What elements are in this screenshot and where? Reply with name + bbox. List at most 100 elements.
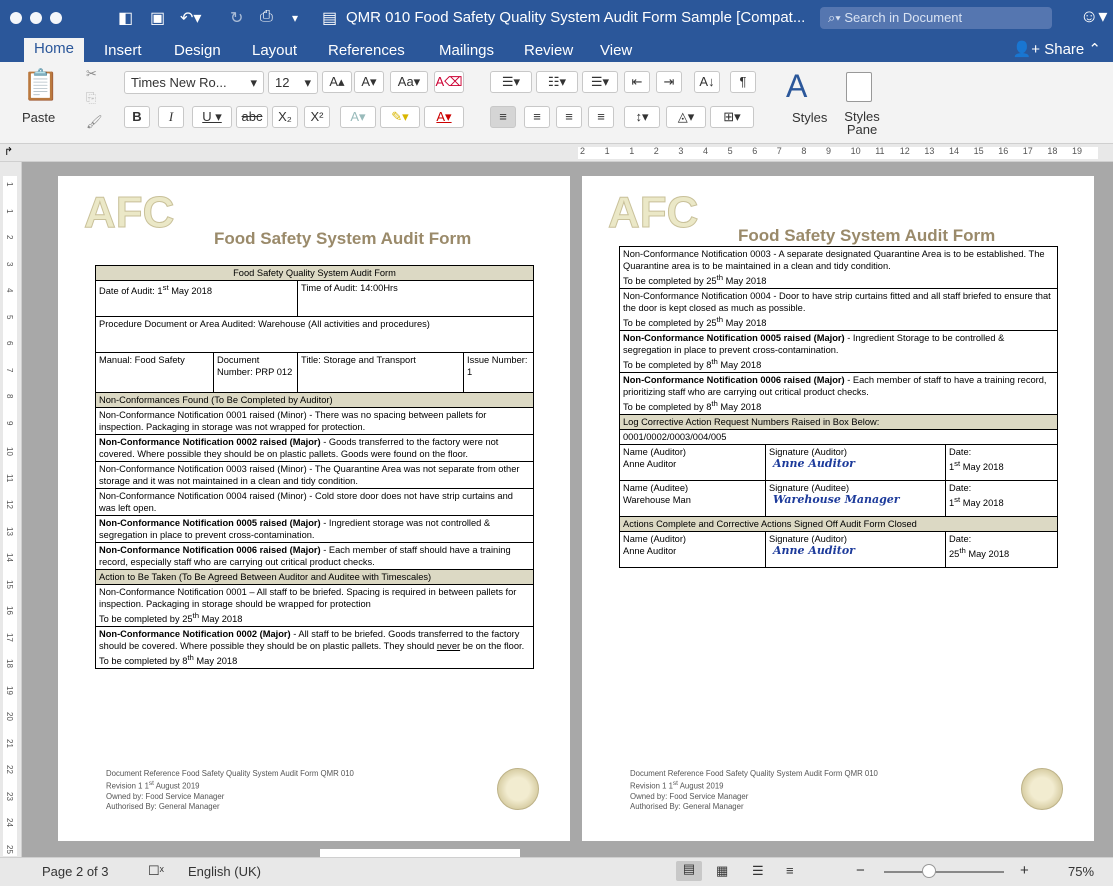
- ruler-number: 6: [5, 341, 14, 346]
- audit-form-table: Food Safety Quality System Audit Form Da…: [94, 265, 535, 670]
- zoom-in-button[interactable]: +: [1020, 862, 1029, 879]
- customize-toolbar-icon[interactable]: ▾: [292, 11, 298, 25]
- proofing-icon[interactable]: ☐ˣ: [148, 863, 164, 879]
- justify-button[interactable]: ≡: [588, 106, 614, 128]
- bold-button[interactable]: B: [124, 106, 150, 128]
- page-footer: Document Reference Food Safety Quality S…: [630, 769, 878, 811]
- language[interactable]: English (UK): [188, 864, 261, 879]
- manual-cell: Manual: Food Safety: [95, 352, 214, 393]
- tab-insert[interactable]: Insert: [98, 40, 148, 61]
- ruler-number: 19: [1072, 146, 1083, 156]
- multilevel-list-button[interactable]: ☰▾: [582, 71, 618, 93]
- decrease-font-size-button[interactable]: A▾: [354, 71, 384, 93]
- ruler-number: 17: [1022, 146, 1033, 156]
- ruler-number: 4: [703, 146, 709, 156]
- tab-references[interactable]: References: [322, 40, 411, 61]
- vertical-ruler[interactable]: 1 1 2 3 4 5 6 7 8 9 10 11 12 13 14 15 16 17 18 19 20 21 22 23 24…: [0, 162, 22, 857]
- copy-icon[interactable]: ⎘: [86, 90, 96, 106]
- change-case-button[interactable]: Aa▾: [390, 71, 428, 93]
- zoom-out-button[interactable]: −: [856, 862, 865, 879]
- print-layout-icon[interactable]: ▤: [676, 861, 702, 881]
- shading-button[interactable]: ◬▾: [666, 106, 706, 128]
- cut-icon[interactable]: ✂: [86, 66, 97, 82]
- nc-row: Non-Conformance Notification 0006 raised…: [94, 542, 535, 570]
- feedback-smiley-icon[interactable]: ☺▾: [1080, 6, 1107, 27]
- search-input[interactable]: ⌕▾ Search in Document: [820, 7, 1052, 29]
- italic-button[interactable]: I: [158, 106, 184, 128]
- redo-icon[interactable]: ↻: [230, 8, 243, 28]
- title-bar: ◧ ▣ ↶▾ ↻ ⎙ ▾ ▤ QMR 010 Food Safety Quali…: [0, 0, 1113, 38]
- zoom-window-button[interactable]: [50, 12, 62, 24]
- sidebar-toggle-icon[interactable]: ◧: [118, 8, 133, 28]
- align-right-button[interactable]: ≡: [556, 106, 582, 128]
- minimize-window-button[interactable]: [30, 12, 42, 24]
- tab-stop-icon[interactable]: ↱: [4, 145, 13, 158]
- zoom-level[interactable]: 75%: [1068, 864, 1094, 879]
- font-name-select[interactable]: Times New Ro... ▾: [124, 71, 264, 94]
- ruler-number: 11: [875, 146, 885, 156]
- show-formatting-button[interactable]: ¶: [730, 71, 756, 93]
- tab-view[interactable]: View: [594, 40, 638, 61]
- page-count[interactable]: Page 2 of 3: [42, 864, 109, 879]
- tab-home[interactable]: Home: [24, 38, 85, 62]
- undo-icon[interactable]: ↶▾: [180, 8, 201, 28]
- styles-label[interactable]: Styles: [792, 110, 827, 125]
- zoom-slider-track[interactable]: [884, 871, 1004, 873]
- page-2[interactable]: AFC Food Safety System Audit Form Food S…: [58, 176, 570, 841]
- ruler-number: 1: [629, 146, 635, 156]
- ruler-number: 6: [752, 146, 758, 156]
- text-effects-button[interactable]: A▾: [340, 106, 376, 128]
- format-painter-icon[interactable]: 🖌: [86, 114, 103, 130]
- save-icon[interactable]: ▣: [150, 8, 165, 28]
- close-window-button[interactable]: [10, 12, 22, 24]
- ruler-number: 8: [5, 394, 14, 399]
- tab-design[interactable]: Design: [168, 40, 227, 61]
- time-of-audit: Time of Audit: 14:00Hrs: [296, 280, 535, 317]
- nc-section-header: Non-Conformances Found (To Be Completed …: [94, 392, 535, 408]
- zoom-slider-thumb[interactable]: [922, 864, 936, 878]
- decrease-indent-button[interactable]: ⇤: [624, 71, 650, 93]
- chevron-down-icon: ▾: [250, 75, 257, 90]
- action-section-header: Action to Be Taken (To Be Agreed Between…: [94, 569, 535, 585]
- font-size-select[interactable]: 12 ▾: [268, 71, 318, 94]
- highlight-button[interactable]: ✎▾: [380, 106, 420, 128]
- outline-view-icon[interactable]: ☰: [752, 863, 764, 879]
- print-icon[interactable]: ⎙: [260, 8, 273, 26]
- increase-font-size-button[interactable]: A▴: [322, 71, 352, 93]
- numbering-button[interactable]: ☷▾: [536, 71, 578, 93]
- subscript-button[interactable]: X₂: [272, 106, 298, 128]
- paste-label[interactable]: Paste: [22, 110, 55, 125]
- tab-mailings[interactable]: Mailings: [433, 40, 500, 61]
- align-left-button[interactable]: ≡: [490, 106, 516, 128]
- log-header: Log Corrective Action Request Numbers Ra…: [619, 414, 1058, 431]
- strikethrough-button[interactable]: abc: [236, 106, 268, 128]
- increase-indent-button[interactable]: ⇥: [656, 71, 682, 93]
- underline-button[interactable]: U ▾: [192, 106, 232, 128]
- ruler-number: 10: [5, 447, 14, 456]
- ruler-number: 3: [5, 261, 14, 266]
- tab-review[interactable]: Review: [518, 40, 579, 61]
- horizontal-ruler[interactable]: ↱ 2 1 1 2 3 4 5 6 7 8 9 10 11 12 13 14 15 16 17 18 19: [0, 144, 1113, 162]
- ruler-number: 25: [5, 844, 14, 854]
- web-layout-icon[interactable]: ▦: [716, 863, 728, 879]
- bullets-button[interactable]: ☰▾: [490, 71, 532, 93]
- ruler-number: 5: [5, 314, 14, 319]
- clear-formatting-button[interactable]: A⌫: [434, 71, 464, 93]
- nc-row: Non-Conformance Notification 0001 raised…: [94, 407, 535, 435]
- draft-view-icon[interactable]: ≡: [786, 863, 794, 878]
- ruler-number: 18: [1047, 146, 1058, 156]
- styles-pane-icon[interactable]: [846, 72, 872, 102]
- page-3[interactable]: AFC Food Safety System Audit Form Non-Co…: [582, 176, 1094, 841]
- share-button[interactable]: 👤+ Share ⌃: [1013, 40, 1101, 58]
- borders-button[interactable]: ⊞▾: [710, 106, 754, 128]
- tab-layout[interactable]: Layout: [246, 40, 303, 61]
- font-color-button[interactable]: A▾: [424, 106, 464, 128]
- action-row: Non-Conformance Notification 0005 raised…: [619, 330, 1058, 374]
- line-spacing-button[interactable]: ↕▾: [624, 106, 660, 128]
- align-center-button[interactable]: ≡: [524, 106, 550, 128]
- paste-icon[interactable]: 📋: [22, 68, 59, 103]
- sort-button[interactable]: A↓: [694, 71, 720, 93]
- styles-pane-label[interactable]: Styles Pane: [842, 110, 882, 136]
- superscript-button[interactable]: X²: [304, 106, 330, 128]
- styles-icon[interactable]: A: [786, 68, 807, 105]
